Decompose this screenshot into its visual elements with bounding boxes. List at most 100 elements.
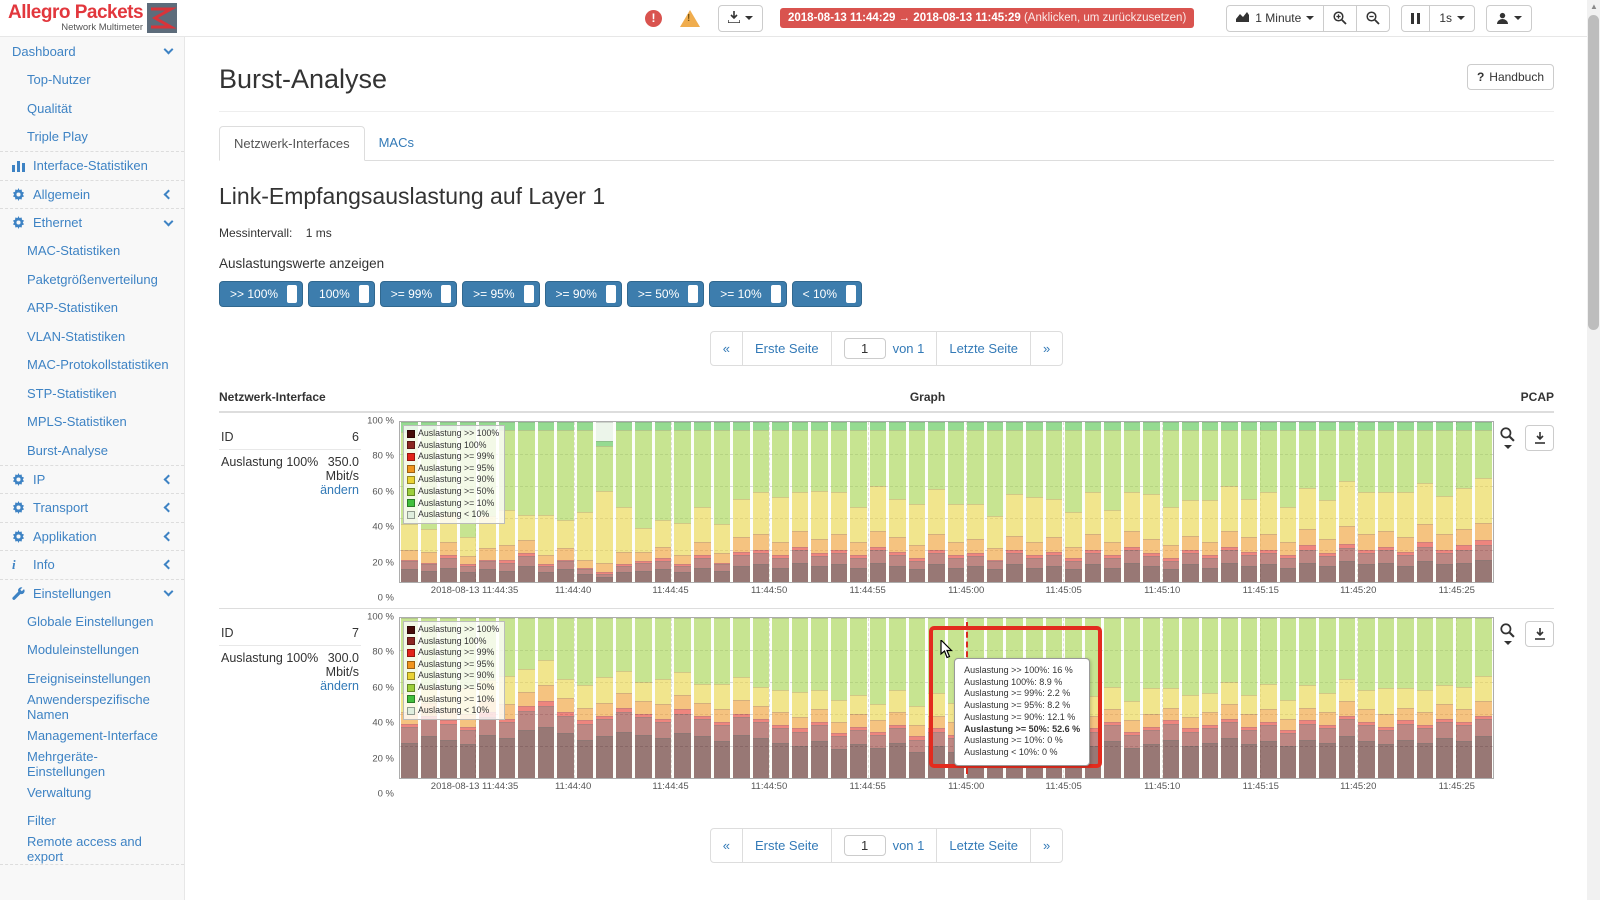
bar[interactable]	[850, 618, 867, 778]
bar[interactable]	[557, 422, 574, 582]
bar[interactable]	[518, 422, 535, 582]
bar[interactable]	[674, 422, 691, 582]
bar[interactable]	[831, 422, 848, 582]
sidebar-item-applikation[interactable]: Applikation	[0, 522, 184, 551]
bar[interactable]	[772, 618, 789, 778]
bar[interactable]	[1339, 422, 1356, 582]
bar[interactable]	[1046, 422, 1063, 582]
chart-zoom-menu-button[interactable]	[1500, 425, 1515, 449]
bar[interactable]	[1436, 422, 1453, 582]
bar[interactable]	[1124, 618, 1141, 778]
bar[interactable]	[1124, 422, 1141, 582]
sidebar-item-burst-analyse[interactable]: Burst-Analyse	[0, 436, 184, 465]
bar[interactable]	[538, 422, 555, 582]
bar[interactable]	[655, 422, 672, 582]
zoom-out-button[interactable]	[1356, 5, 1390, 32]
bar[interactable]	[792, 422, 809, 582]
pager-prev[interactable]: «	[710, 828, 743, 863]
sidebar-item-verwaltung[interactable]: Verwaltung	[0, 778, 184, 807]
bar[interactable]	[1260, 422, 1277, 582]
interval-select-button[interactable]: 1 Minute	[1226, 5, 1324, 32]
sidebar-item-globale-einstellungen[interactable]: Globale Einstellungen	[0, 607, 184, 636]
sidebar-item-triple-play[interactable]: Triple Play	[0, 123, 184, 152]
bar[interactable]	[889, 618, 906, 778]
sidebar-item-anwenderspezifische-namen[interactable]: Anwenderspezifische Namen	[0, 693, 184, 722]
pager-first-page[interactable]: Erste Seite	[742, 828, 832, 863]
bar[interactable]	[518, 618, 535, 778]
download-menu-button[interactable]	[718, 5, 763, 32]
bar[interactable]	[1475, 422, 1492, 582]
bar[interactable]	[1221, 422, 1238, 582]
bar[interactable]	[1378, 618, 1395, 778]
bar[interactable]	[1299, 618, 1316, 778]
sidebar-item-interface-statistiken[interactable]: Interface-Statistiken	[0, 151, 184, 180]
sidebar-item-mac-statistiken[interactable]: MAC-Statistiken	[0, 237, 184, 266]
tab-macs[interactable]: MACs	[365, 126, 428, 161]
bar[interactable]	[753, 618, 770, 778]
chart-zoom-menu-button[interactable]	[1500, 621, 1515, 645]
bar[interactable]	[1358, 422, 1375, 582]
sidebar-item-paketgr-enverteilung[interactable]: Paketgrößenverteilung	[0, 265, 184, 294]
pager-prev[interactable]: «	[710, 331, 743, 366]
bar[interactable]	[1143, 618, 1160, 778]
bar[interactable]	[1221, 618, 1238, 778]
bar[interactable]	[1202, 422, 1219, 582]
bar[interactable]	[1319, 422, 1336, 582]
bar[interactable]	[1475, 618, 1492, 778]
bar[interactable]	[1397, 422, 1414, 582]
bar[interactable]	[1182, 422, 1199, 582]
bar[interactable]	[772, 422, 789, 582]
bar[interactable]	[1202, 618, 1219, 778]
pcap-download-button[interactable]	[1525, 425, 1554, 451]
bar[interactable]	[577, 618, 594, 778]
bar[interactable]	[889, 422, 906, 582]
sidebar-item-ereigniseinstellungen[interactable]: Ereigniseinstellungen	[0, 664, 184, 693]
sidebar-item-remote-access-and-export[interactable]: Remote access and export	[0, 835, 184, 864]
bar[interactable]	[1417, 422, 1434, 582]
pcap-download-button[interactable]	[1525, 621, 1554, 647]
bar[interactable]	[1319, 618, 1336, 778]
bar[interactable]	[1280, 618, 1297, 778]
sidebar-item-arp-statistiken[interactable]: ARP-Statistiken	[0, 294, 184, 323]
bar[interactable]	[1143, 422, 1160, 582]
bar[interactable]	[538, 618, 555, 778]
bar[interactable]	[1241, 422, 1258, 582]
bar[interactable]	[1358, 618, 1375, 778]
bar[interactable]	[909, 422, 926, 582]
filter-button-10[interactable]: >= 10%	[709, 281, 786, 307]
filter-button-95[interactable]: >= 95%	[462, 281, 539, 307]
bar[interactable]	[733, 422, 750, 582]
sidebar-item-ip[interactable]: IP	[0, 465, 184, 494]
sidebar-item-mehrger-te-einstellungen[interactable]: Mehrgeräte-Einstellungen	[0, 750, 184, 779]
bar[interactable]	[616, 422, 633, 582]
bar[interactable]	[1163, 422, 1180, 582]
utilization-chart-7[interactable]: Auslastung >> 100%Auslastung 100%Auslast…	[399, 617, 1494, 779]
page-number-input[interactable]	[844, 338, 886, 359]
bar[interactable]	[694, 618, 711, 778]
bar[interactable]	[655, 618, 672, 778]
filter-button-100[interactable]: 100%	[308, 281, 375, 307]
filter-button-10[interactable]: < 10%	[792, 281, 862, 307]
scroll-up-arrow-icon[interactable]: ▲	[1590, 2, 1598, 11]
bar[interactable]	[909, 618, 926, 778]
pager-last-page[interactable]: Letzte Seite	[936, 331, 1031, 366]
bar[interactable]	[1417, 618, 1434, 778]
bar[interactable]	[733, 618, 750, 778]
filter-button-100[interactable]: >> 100%	[219, 281, 303, 307]
scrollbar-thumb[interactable]	[1588, 15, 1599, 330]
filter-button-50[interactable]: >= 50%	[627, 281, 704, 307]
bar[interactable]	[596, 618, 613, 778]
bar[interactable]	[596, 422, 613, 582]
bar[interactable]	[948, 422, 965, 582]
sidebar-item-transport[interactable]: Transport	[0, 493, 184, 522]
bar[interactable]	[635, 422, 652, 582]
bar[interactable]	[850, 422, 867, 582]
sidebar-item-mpls-statistiken[interactable]: MPLS-Statistiken	[0, 408, 184, 437]
bar[interactable]	[1299, 422, 1316, 582]
bar[interactable]	[811, 422, 828, 582]
sidebar-item-ethernet[interactable]: Ethernet	[0, 208, 184, 237]
sidebar-item-top-nutzer[interactable]: Top-Nutzer	[0, 66, 184, 95]
page-scrollbar[interactable]: ▲	[1587, 0, 1600, 900]
brand-logo[interactable]: Allegro Packets Network Multimeter	[0, 0, 185, 37]
sidebar-item-allgemein[interactable]: Allgemein	[0, 180, 184, 209]
